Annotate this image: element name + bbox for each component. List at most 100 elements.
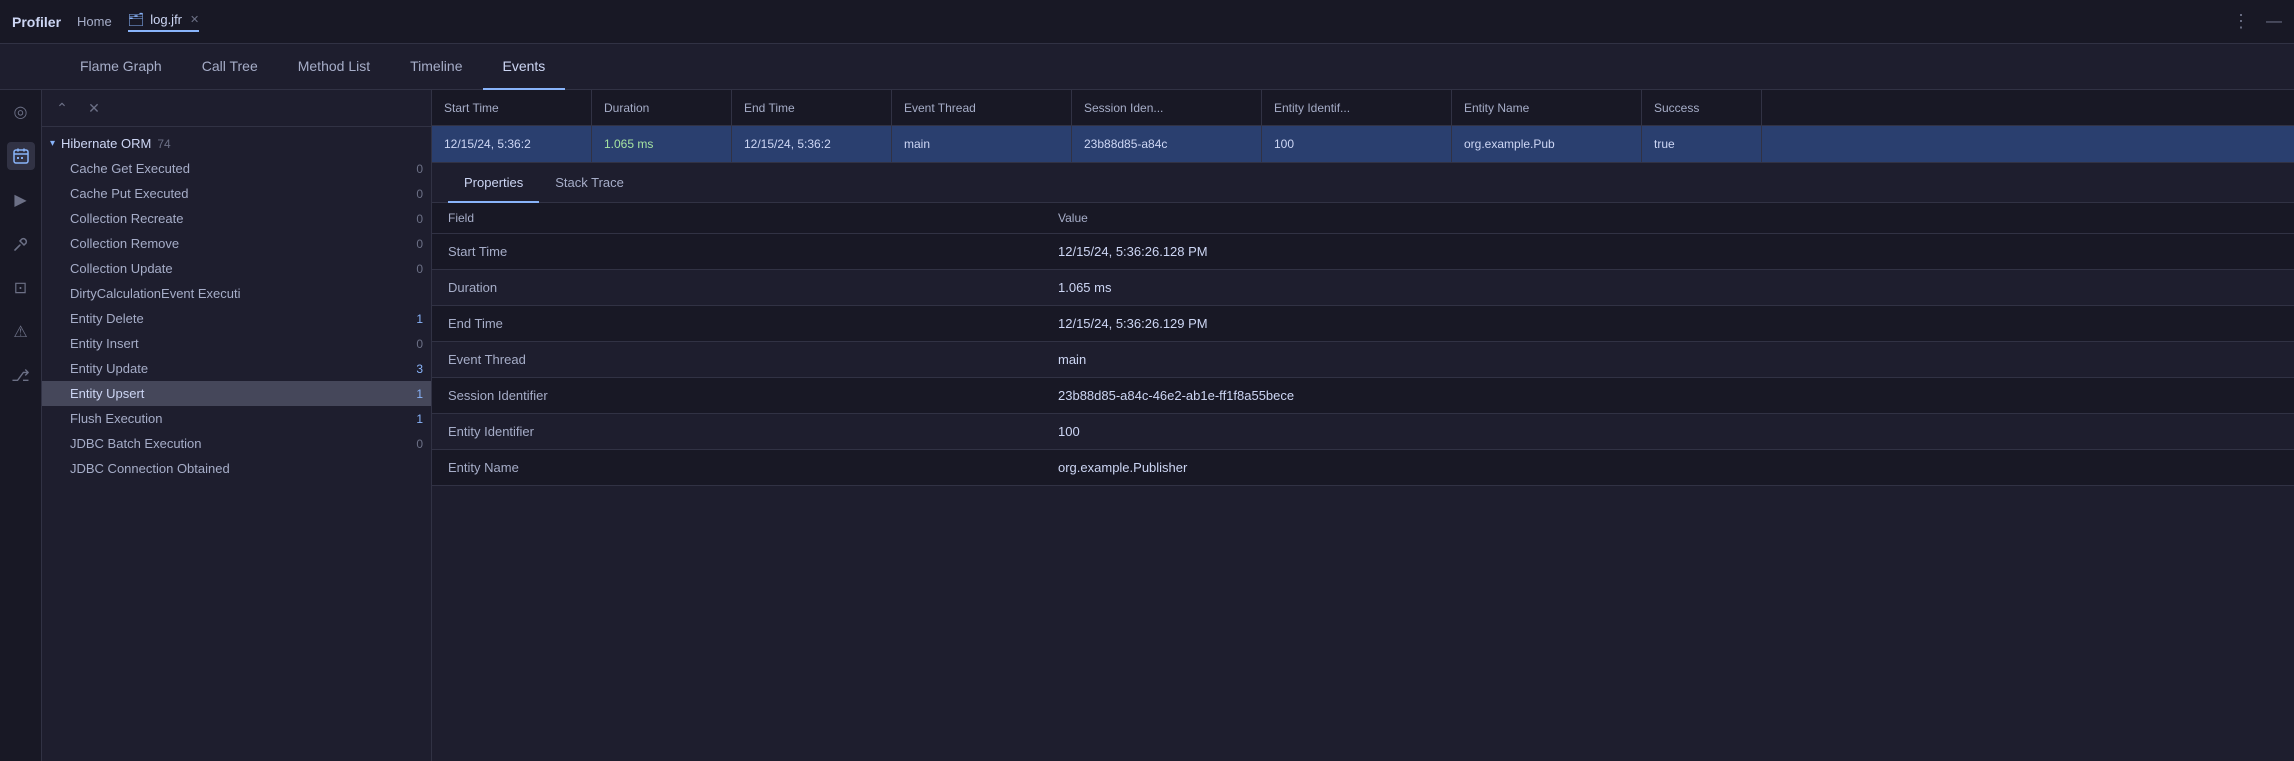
tree-item-count: 1 bbox=[416, 412, 423, 426]
detail-field-start-time: Start Time bbox=[448, 244, 1058, 259]
sidebar-item-cache-get-executed[interactable]: Cache Get Executed 0 bbox=[42, 156, 431, 181]
col-header-duration[interactable]: Duration bbox=[592, 90, 732, 125]
content-area: Start Time Duration End Time Event Threa… bbox=[432, 90, 2294, 761]
sidebar-item-jdbc-batch-execution[interactable]: JDBC Batch Execution 0 bbox=[42, 431, 431, 456]
tree-group-hibernate-orm[interactable]: ▾ Hibernate ORM 74 bbox=[42, 131, 431, 156]
tree-item-label: Collection Remove bbox=[70, 236, 410, 251]
cell-session-iden: 23b88d85-a84c bbox=[1072, 126, 1262, 162]
tab-timeline[interactable]: Timeline bbox=[390, 44, 482, 90]
tree-item-label: Cache Put Executed bbox=[70, 186, 410, 201]
tree-item-label: JDBC Batch Execution bbox=[70, 436, 410, 451]
tree-item-count: 0 bbox=[416, 187, 423, 201]
sidebar-item-collection-recreate[interactable]: Collection Recreate 0 bbox=[42, 206, 431, 231]
sidebar-item-entity-update[interactable]: Entity Update 3 bbox=[42, 356, 431, 381]
detail-row-session-identifier: Session Identifier 23b88d85-a84c-46e2-ab… bbox=[432, 378, 2294, 414]
tree-item-count: 3 bbox=[416, 362, 423, 376]
detail-value-session-identifier: 23b88d85-a84c-46e2-ab1e-ff1f8a55bece bbox=[1058, 388, 2278, 403]
sidebar-item-dirty-calculation[interactable]: DirtyCalculationEvent Executi bbox=[42, 281, 431, 306]
col-header-session-iden[interactable]: Session Iden... bbox=[1072, 90, 1262, 125]
minimize-button[interactable]: — bbox=[2266, 13, 2282, 31]
col-header-start-time[interactable]: Start Time bbox=[432, 90, 592, 125]
sidebar-item-cache-put-executed[interactable]: Cache Put Executed 0 bbox=[42, 181, 431, 206]
sidebar-item-collection-remove[interactable]: Collection Remove 0 bbox=[42, 231, 431, 256]
tree-item-label: Collection Recreate bbox=[70, 211, 410, 226]
cell-end-time: 12/15/24, 5:36:2 bbox=[732, 126, 892, 162]
nav-tabs: Flame Graph Call Tree Method List Timeli… bbox=[0, 44, 2294, 90]
sidebar-toolbar: ⌃ ✕ bbox=[42, 90, 431, 127]
title-bar: Profiler Home 🗂 log.jfr ✕ ⋮ — bbox=[0, 0, 2294, 44]
menu-button[interactable]: ⋮ bbox=[2232, 11, 2250, 32]
col-header-success[interactable]: Success bbox=[1642, 90, 1762, 125]
cell-entity-name: org.example.Pub bbox=[1452, 126, 1642, 162]
alert-icon[interactable]: ⚠ bbox=[7, 318, 35, 346]
table-row[interactable]: 12/15/24, 5:36:2 1.065 ms 12/15/24, 5:36… bbox=[432, 126, 2294, 162]
detail-value-entity-identifier: 100 bbox=[1058, 424, 2278, 439]
tools-icon[interactable] bbox=[7, 230, 35, 258]
sidebar-item-jdbc-connection-obtained[interactable]: JDBC Connection Obtained bbox=[42, 456, 431, 481]
collapse-button[interactable]: ⌃ bbox=[50, 96, 74, 120]
tab-properties[interactable]: Properties bbox=[448, 163, 539, 203]
target-icon[interactable]: ◎ bbox=[7, 98, 35, 126]
group-label: Hibernate ORM bbox=[61, 136, 151, 151]
cell-entity-identif: 100 bbox=[1262, 126, 1452, 162]
detail-row-entity-name: Entity Name org.example.Publisher bbox=[432, 450, 2294, 486]
detail-value-start-time: 12/15/24, 5:36:26.128 PM bbox=[1058, 244, 2278, 259]
tab-events[interactable]: Events bbox=[483, 44, 566, 90]
detail-value-event-thread: main bbox=[1058, 352, 2278, 367]
detail-panel: Properties Stack Trace Field Value Start… bbox=[432, 163, 2294, 761]
detail-row-duration: Duration 1.065 ms bbox=[432, 270, 2294, 306]
cell-start-time: 12/15/24, 5:36:2 bbox=[432, 126, 592, 162]
tab-call-tree[interactable]: Call Tree bbox=[182, 44, 278, 90]
col-header-event-thread[interactable]: Event Thread bbox=[892, 90, 1072, 125]
calendar-icon[interactable] bbox=[7, 142, 35, 170]
sidebar-tree: ▾ Hibernate ORM 74 Cache Get Executed 0 … bbox=[42, 127, 431, 761]
events-table-header: Start Time Duration End Time Event Threa… bbox=[432, 90, 2294, 126]
home-link[interactable]: Home bbox=[77, 14, 112, 29]
play-icon[interactable]: ▶ bbox=[7, 186, 35, 214]
tab-flame-graph[interactable]: Flame Graph bbox=[60, 44, 182, 90]
tab-method-list[interactable]: Method List bbox=[278, 44, 390, 90]
sidebar: ⌃ ✕ ▾ Hibernate ORM 74 Cache Get Execute… bbox=[42, 90, 432, 761]
active-tab[interactable]: 🗂 log.jfr ✕ bbox=[128, 12, 200, 32]
col-header-end-time[interactable]: End Time bbox=[732, 90, 892, 125]
tree-item-label: Entity Update bbox=[70, 361, 410, 376]
cell-duration: 1.065 ms bbox=[592, 126, 732, 162]
sidebar-item-entity-upsert[interactable]: Entity Upsert 1 bbox=[42, 381, 431, 406]
detail-value-end-time: 12/15/24, 5:36:26.129 PM bbox=[1058, 316, 2278, 331]
events-table: Start Time Duration End Time Event Threa… bbox=[432, 90, 2294, 163]
detail-field-duration: Duration bbox=[448, 280, 1058, 295]
detail-row-end-time: End Time 12/15/24, 5:36:26.129 PM bbox=[432, 306, 2294, 342]
tab-filename: log.jfr bbox=[150, 12, 182, 27]
tree-item-label: DirtyCalculationEvent Executi bbox=[70, 286, 417, 301]
tree-item-count: 0 bbox=[416, 237, 423, 251]
detail-content: Field Value Start Time 12/15/24, 5:36:26… bbox=[432, 203, 2294, 761]
tree-item-count: 0 bbox=[416, 262, 423, 276]
detail-field-event-thread: Event Thread bbox=[448, 352, 1058, 367]
tree-item-count: 0 bbox=[416, 437, 423, 451]
detail-tabs: Properties Stack Trace bbox=[432, 163, 2294, 203]
main-layout: ◎ ▶ ⊡ ⚠ ⎇ ⌃ ✕ ▾ bbox=[0, 90, 2294, 761]
col-header-entity-identif[interactable]: Entity Identif... bbox=[1262, 90, 1452, 125]
sidebar-item-flush-execution[interactable]: Flush Execution 1 bbox=[42, 406, 431, 431]
detail-value-duration: 1.065 ms bbox=[1058, 280, 2278, 295]
sidebar-item-entity-insert[interactable]: Entity Insert 0 bbox=[42, 331, 431, 356]
detail-value-entity-name: org.example.Publisher bbox=[1058, 460, 2278, 475]
icon-rail: ◎ ▶ ⊡ ⚠ ⎇ bbox=[0, 90, 42, 761]
detail-col-field-label: Field bbox=[448, 211, 1058, 225]
close-sidebar-button[interactable]: ✕ bbox=[82, 96, 106, 120]
col-header-entity-name[interactable]: Entity Name bbox=[1452, 90, 1642, 125]
sidebar-item-collection-update[interactable]: Collection Update 0 bbox=[42, 256, 431, 281]
tree-item-label: Entity Insert bbox=[70, 336, 410, 351]
detail-row-start-time: Start Time 12/15/24, 5:36:26.128 PM bbox=[432, 234, 2294, 270]
terminal-icon[interactable]: ⊡ bbox=[7, 274, 35, 302]
sidebar-item-entity-delete[interactable]: Entity Delete 1 bbox=[42, 306, 431, 331]
tab-stack-trace[interactable]: Stack Trace bbox=[539, 163, 640, 203]
tree-item-label: Entity Delete bbox=[70, 311, 410, 326]
close-tab-button[interactable]: ✕ bbox=[190, 13, 199, 26]
git-icon[interactable]: ⎇ bbox=[7, 362, 35, 390]
tree-item-label: Entity Upsert bbox=[70, 386, 410, 401]
tree-item-label: JDBC Connection Obtained bbox=[70, 461, 417, 476]
tree-item-count: 0 bbox=[416, 337, 423, 351]
detail-row-event-thread: Event Thread main bbox=[432, 342, 2294, 378]
tree-item-label: Flush Execution bbox=[70, 411, 410, 426]
